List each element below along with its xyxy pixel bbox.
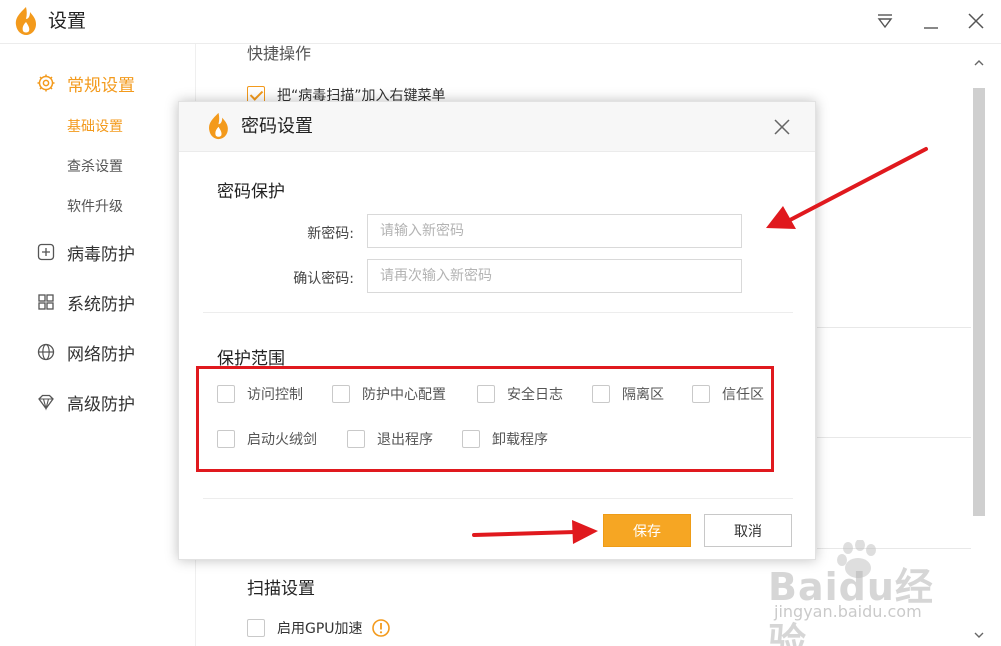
sidebar-subitem-scan[interactable]: 查杀设置: [67, 157, 123, 177]
close-icon[interactable]: [963, 8, 989, 34]
divider: [203, 498, 793, 499]
window-title: 设置: [48, 10, 87, 32]
menu-icon[interactable]: [872, 8, 898, 34]
close-icon[interactable]: [771, 116, 793, 138]
baidu-watermark: Baidu经验 jingyan.baidu.com: [768, 540, 968, 646]
sidebar: 常规设置 基础设置 查杀设置 软件升级 病毒防护 系统防护 网络防护 高级防护: [0, 44, 196, 646]
divider: [817, 327, 971, 328]
plus-square-icon: [37, 243, 55, 261]
gpu-option[interactable]: 启用GPU加速: [247, 618, 391, 638]
sidebar-item-label: 系统防护: [67, 294, 135, 315]
sidebar-subitem-upgrade[interactable]: 软件升级: [67, 197, 123, 217]
sidebar-item-label: 常规设置: [67, 75, 135, 96]
sidebar-item-system[interactable]: 系统防护: [36, 287, 135, 317]
grid-icon: [38, 294, 54, 310]
sidebar-item-network[interactable]: 网络防护: [36, 337, 135, 367]
new-password-input[interactable]: [367, 214, 742, 248]
gear-icon: [37, 74, 55, 92]
globe-icon: [37, 343, 55, 361]
dialog-header: 密码设置: [179, 102, 815, 152]
sidebar-item-virus[interactable]: 病毒防护: [36, 237, 135, 267]
app-logo-icon: [15, 7, 36, 35]
divider: [203, 312, 793, 313]
scroll-up-icon[interactable]: [972, 56, 986, 70]
sidebar-item-general[interactable]: 常规设置: [36, 68, 135, 98]
minimize-icon[interactable]: [918, 8, 944, 34]
gpu-checkbox[interactable]: [247, 619, 265, 637]
save-button[interactable]: 保存: [603, 514, 691, 547]
watermark-brand: Baidu经验: [768, 565, 934, 646]
sidebar-item-label: 高级防护: [67, 394, 135, 415]
scroll-down-icon[interactable]: [972, 628, 986, 642]
password-section-title: 密码保护: [217, 182, 285, 202]
password-dialog: 密码设置 密码保护 新密码: 确认密码: 保护范围 访问控制 防护中心配置 安全…: [178, 101, 816, 560]
watermark-url: jingyan.baidu.com: [774, 602, 922, 621]
sidebar-item-label: 病毒防护: [67, 244, 135, 265]
scan-section-title: 扫描设置: [247, 579, 315, 599]
dialog-title: 密码设置: [241, 116, 313, 137]
sidebar-item-advanced[interactable]: 高级防护: [36, 387, 135, 417]
scope-highlight-box: [196, 366, 774, 472]
new-password-label: 新密码:: [307, 226, 354, 242]
gpu-label: 启用GPU加速: [277, 621, 363, 637]
title-bar: 设置: [0, 0, 1001, 44]
divider: [817, 437, 971, 438]
sidebar-item-label: 网络防护: [67, 344, 135, 365]
sidebar-subitem-basic[interactable]: 基础设置: [67, 117, 123, 137]
shortcut-section-title: 快捷操作: [247, 44, 312, 63]
confirm-password-input[interactable]: [367, 259, 742, 293]
app-logo-icon: [209, 112, 228, 140]
scrollbar-thumb[interactable]: [973, 88, 985, 516]
confirm-password-label: 确认密码:: [293, 271, 354, 287]
diamond-icon: [38, 394, 54, 411]
info-icon[interactable]: [371, 618, 391, 638]
